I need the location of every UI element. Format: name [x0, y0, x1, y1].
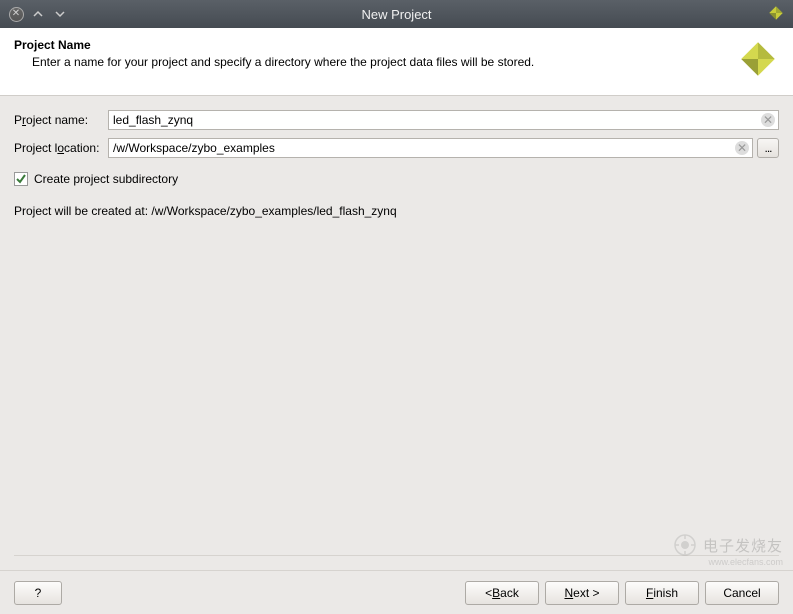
clear-icon: ✕ — [763, 114, 773, 126]
project-name-input[interactable] — [108, 110, 779, 130]
chevron-up-icon — [33, 9, 43, 19]
cancel-button[interactable]: Cancel — [705, 581, 779, 605]
up-button[interactable] — [30, 6, 46, 22]
subdirectory-row: Create project subdirectory — [14, 172, 779, 186]
footer-divider — [14, 555, 779, 556]
project-location-label: Project location: — [14, 141, 108, 155]
close-icon: ✕ — [9, 7, 24, 22]
finish-button[interactable]: Finish — [625, 581, 699, 605]
help-button[interactable]: ? — [14, 581, 62, 605]
chevron-down-icon — [55, 9, 65, 19]
create-path-info: Project will be created at: /w/Workspace… — [14, 204, 779, 218]
clear-location-button[interactable]: ✕ — [735, 141, 749, 155]
footer: ? < Back Next > Finish Cancel — [0, 570, 793, 614]
help-label: ? — [35, 586, 42, 600]
window-title: New Project — [361, 7, 431, 22]
header-description: Enter a name for your project and specif… — [32, 55, 727, 69]
project-location-input-wrap: ✕ — [108, 138, 753, 158]
header-panel: Project Name Enter a name for your proje… — [0, 28, 793, 96]
down-button[interactable] — [52, 6, 68, 22]
header-title: Project Name — [14, 38, 727, 52]
project-location-input[interactable] — [108, 138, 753, 158]
header-logo — [737, 38, 779, 83]
project-location-row: Project location: ✕ ... — [14, 138, 779, 158]
browse-button[interactable]: ... — [757, 138, 779, 158]
clear-name-button[interactable]: ✕ — [761, 113, 775, 127]
ellipsis-icon: ... — [764, 141, 771, 155]
header-text: Project Name Enter a name for your proje… — [14, 38, 727, 69]
titlebar-buttons: ✕ — [8, 6, 68, 22]
next-button[interactable]: Next > — [545, 581, 619, 605]
close-button[interactable]: ✕ — [8, 6, 24, 22]
project-name-label: Project name: — [14, 113, 108, 127]
xilinx-icon — [767, 4, 785, 22]
titlebar: ✕ New Project — [0, 0, 793, 28]
back-button[interactable]: < Back — [465, 581, 539, 605]
xilinx-icon — [737, 38, 779, 80]
cancel-label: Cancel — [723, 586, 760, 600]
project-name-row: Project name: ✕ — [14, 110, 779, 130]
content-area: Project name: ✕ Project location: ✕ ... … — [0, 96, 793, 570]
checkmark-icon — [15, 173, 27, 185]
clear-icon: ✕ — [737, 142, 747, 154]
create-subdirectory-label: Create project subdirectory — [34, 172, 178, 186]
project-name-input-wrap: ✕ — [108, 110, 779, 130]
app-logo-small — [767, 4, 785, 25]
create-subdirectory-checkbox[interactable] — [14, 172, 28, 186]
